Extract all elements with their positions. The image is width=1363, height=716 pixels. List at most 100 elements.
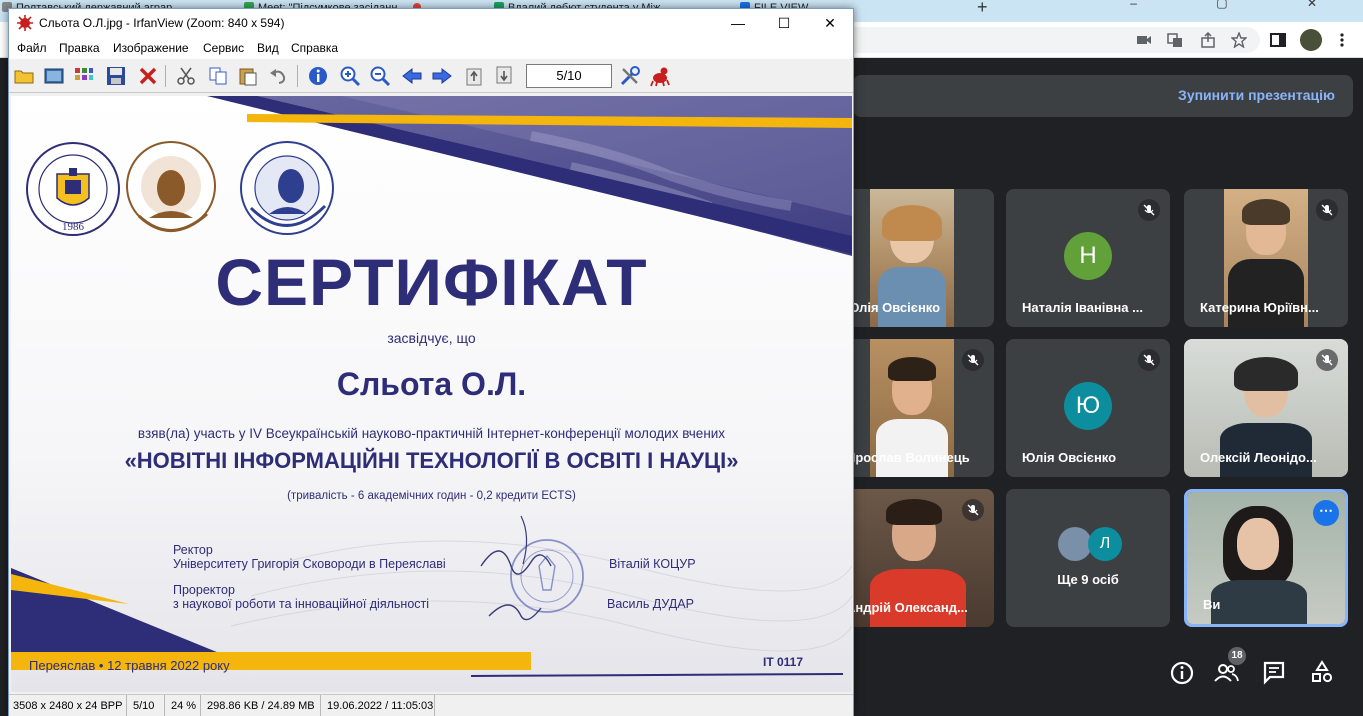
first-page-icon[interactable]: [463, 65, 485, 87]
save-icon[interactable]: [105, 65, 127, 87]
participant-name: Андрій Олександ...: [846, 600, 968, 615]
menu-tools[interactable]: Сервис: [203, 41, 244, 55]
status-filesize: 298.86 KB / 24.89 MB: [203, 695, 321, 716]
participant-tile[interactable]: Андрій Олександ...: [830, 489, 994, 627]
certificate-title: СЕРТИФІКАТ: [215, 245, 648, 319]
menu-file[interactable]: Файл: [17, 41, 47, 55]
open-folder-icon[interactable]: [13, 65, 35, 87]
presentation-bar: Зупинити презентацію: [853, 75, 1353, 117]
certificate-duration: (тривалість - 6 академічних годин - 0,2 …: [287, 490, 576, 502]
irfanview-window: Сльота О.Л.jpg - IrfanView (Zoom: 840 x …: [8, 8, 854, 716]
participant-tile[interactable]: Катерина Юріївн...: [1184, 189, 1348, 327]
digital-technologies-logo: [240, 141, 334, 235]
university-seal-logo: 1986: [26, 142, 120, 236]
more-options-button[interactable]: ⋯: [1313, 500, 1339, 526]
menu-edit[interactable]: Правка: [59, 41, 100, 55]
certificate-witness-text: засвідчує, що: [387, 330, 476, 346]
bookmark-star-icon[interactable]: [1231, 32, 1247, 48]
zoom-in-icon[interactable]: [339, 65, 361, 87]
participant-tile[interactable]: Олексій Леонідо...: [1184, 339, 1348, 477]
participant-mini-avatar: [1058, 527, 1092, 561]
more-participants-label: Ще 9 осіб: [1057, 572, 1119, 587]
prorector-organization: з наукової роботи та інноваційної діяльн…: [173, 597, 430, 611]
participant-avatar: Ю: [1064, 382, 1112, 430]
info-icon[interactable]: [1168, 659, 1196, 687]
meet-controls: 18: [1160, 647, 1360, 699]
copy-icon[interactable]: [207, 65, 229, 87]
participant-tile-more[interactable]: Л Ще 9 осіб: [1006, 489, 1170, 627]
mic-off-icon: [1138, 349, 1160, 371]
previous-icon[interactable]: [401, 65, 423, 87]
rector-name: Віталій КОЦУР: [609, 557, 696, 571]
participant-name: Ярослав Волинець: [846, 450, 970, 465]
page-indicator[interactable]: 5/10: [526, 64, 612, 88]
camera-icon[interactable]: [1136, 32, 1152, 48]
participant-avatar: Н: [1064, 232, 1112, 280]
participant-name: Наталія Іванівна ...: [1022, 300, 1143, 315]
address-bar[interactable]: [840, 27, 1260, 53]
math-department-logo: [126, 141, 216, 232]
mic-off-icon: [962, 349, 984, 371]
prorector-name: Василь ДУДАР: [607, 597, 694, 611]
irfanview-titlebar[interactable]: Сльота О.Л.jpg - IrfanView (Zoom: 840 x …: [9, 9, 853, 37]
rector-title: Ректор: [173, 543, 213, 557]
profile-avatar[interactable]: [1300, 29, 1322, 51]
participant-tile[interactable]: Ю Юлія Овсієнко: [1006, 339, 1170, 477]
toolbar-separator: [297, 65, 298, 87]
participant-name: Катерина Юріївн...: [1200, 300, 1319, 315]
new-tab-button[interactable]: +: [977, 0, 988, 18]
participant-tile[interactable]: Ярослав Волинець: [830, 339, 994, 477]
chat-icon[interactable]: [1260, 659, 1288, 687]
delete-icon[interactable]: [137, 65, 159, 87]
self-tile[interactable]: ⋯ Ви: [1184, 489, 1348, 627]
certificate-recipient-name: Сльота О.Л.: [336, 366, 527, 402]
menu-image[interactable]: Изображение: [113, 41, 189, 55]
certificate-participation-text: взяв(ла) участь у IV Всеукраїнській наук…: [137, 426, 726, 441]
menu-view[interactable]: Вид: [257, 41, 279, 55]
certificate-number: IT 0117: [763, 655, 804, 669]
next-icon[interactable]: [431, 65, 453, 87]
status-dimensions: 3508 x 2480 x 24 BPP: [9, 695, 127, 716]
settings-tools-icon[interactable]: [619, 65, 641, 87]
status-datetime: 19.06.2022 / 11:05:03: [323, 695, 435, 716]
last-page-icon[interactable]: [493, 65, 515, 87]
status-zoom: 24 %: [167, 695, 201, 716]
irfanview-logo-icon[interactable]: [649, 65, 671, 87]
mic-off-icon: [1138, 199, 1160, 221]
people-count-badge: 18: [1228, 647, 1246, 665]
chrome-window-controls[interactable]: – ▢ ✕: [1130, 0, 1355, 10]
kebab-menu-icon[interactable]: [1334, 32, 1350, 48]
participant-name: Юлія Овсієнко: [1022, 450, 1117, 465]
minimize-button[interactable]: —: [715, 9, 761, 37]
certificate-conference-name: «НОВІТНІ ІНФОРМАЦІЙНІ ТЕХНОЛОГІЇ В ОСВІТ…: [124, 448, 739, 473]
mic-off-icon: [962, 499, 984, 521]
participant-name: Юлія Овсієнко: [846, 300, 941, 315]
close-button[interactable]: ✕: [807, 9, 853, 37]
info-icon[interactable]: [307, 65, 329, 87]
translate-icon[interactable]: [1167, 32, 1183, 48]
paste-icon[interactable]: [237, 65, 259, 87]
stop-presenting-button[interactable]: Зупинити презентацію: [1178, 87, 1335, 103]
maximize-button[interactable]: ☐: [761, 9, 807, 37]
share-icon[interactable]: [1200, 32, 1216, 48]
undo-icon[interactable]: [267, 65, 289, 87]
irfanview-app-icon: [17, 15, 33, 31]
zoom-out-icon[interactable]: [369, 65, 391, 87]
toolbar: 5/10: [9, 59, 853, 93]
status-bar: 3508 x 2480 x 24 BPP 5/10 24 % 298.86 KB…: [9, 694, 853, 716]
side-panel-icon[interactable]: [1270, 32, 1286, 48]
participant-tile[interactable]: Юлія Овсієнко: [830, 189, 994, 327]
slideshow-icon[interactable]: [43, 65, 65, 87]
certificate-place-date: Переяслав • 12 травня 2022 року: [29, 658, 230, 673]
image-canvas[interactable]: 1986 СЕРТИФІКАТ засвідчує, що Сльота О.Л…: [11, 96, 852, 692]
mic-off-icon: [1316, 199, 1338, 221]
menu-help[interactable]: Справка: [291, 41, 338, 55]
thumbnails-icon[interactable]: [73, 65, 95, 87]
activities-icon[interactable]: [1308, 659, 1336, 687]
status-page: 5/10: [129, 695, 165, 716]
prorector-title: Проректор: [173, 583, 235, 597]
participant-name: Олексій Леонідо...: [1200, 450, 1317, 465]
cut-icon[interactable]: [175, 65, 197, 87]
participant-tile[interactable]: Н Наталія Іванівна ...: [1006, 189, 1170, 327]
menu-bar: Файл Правка Изображение Сервис Вид Справ…: [9, 37, 853, 59]
